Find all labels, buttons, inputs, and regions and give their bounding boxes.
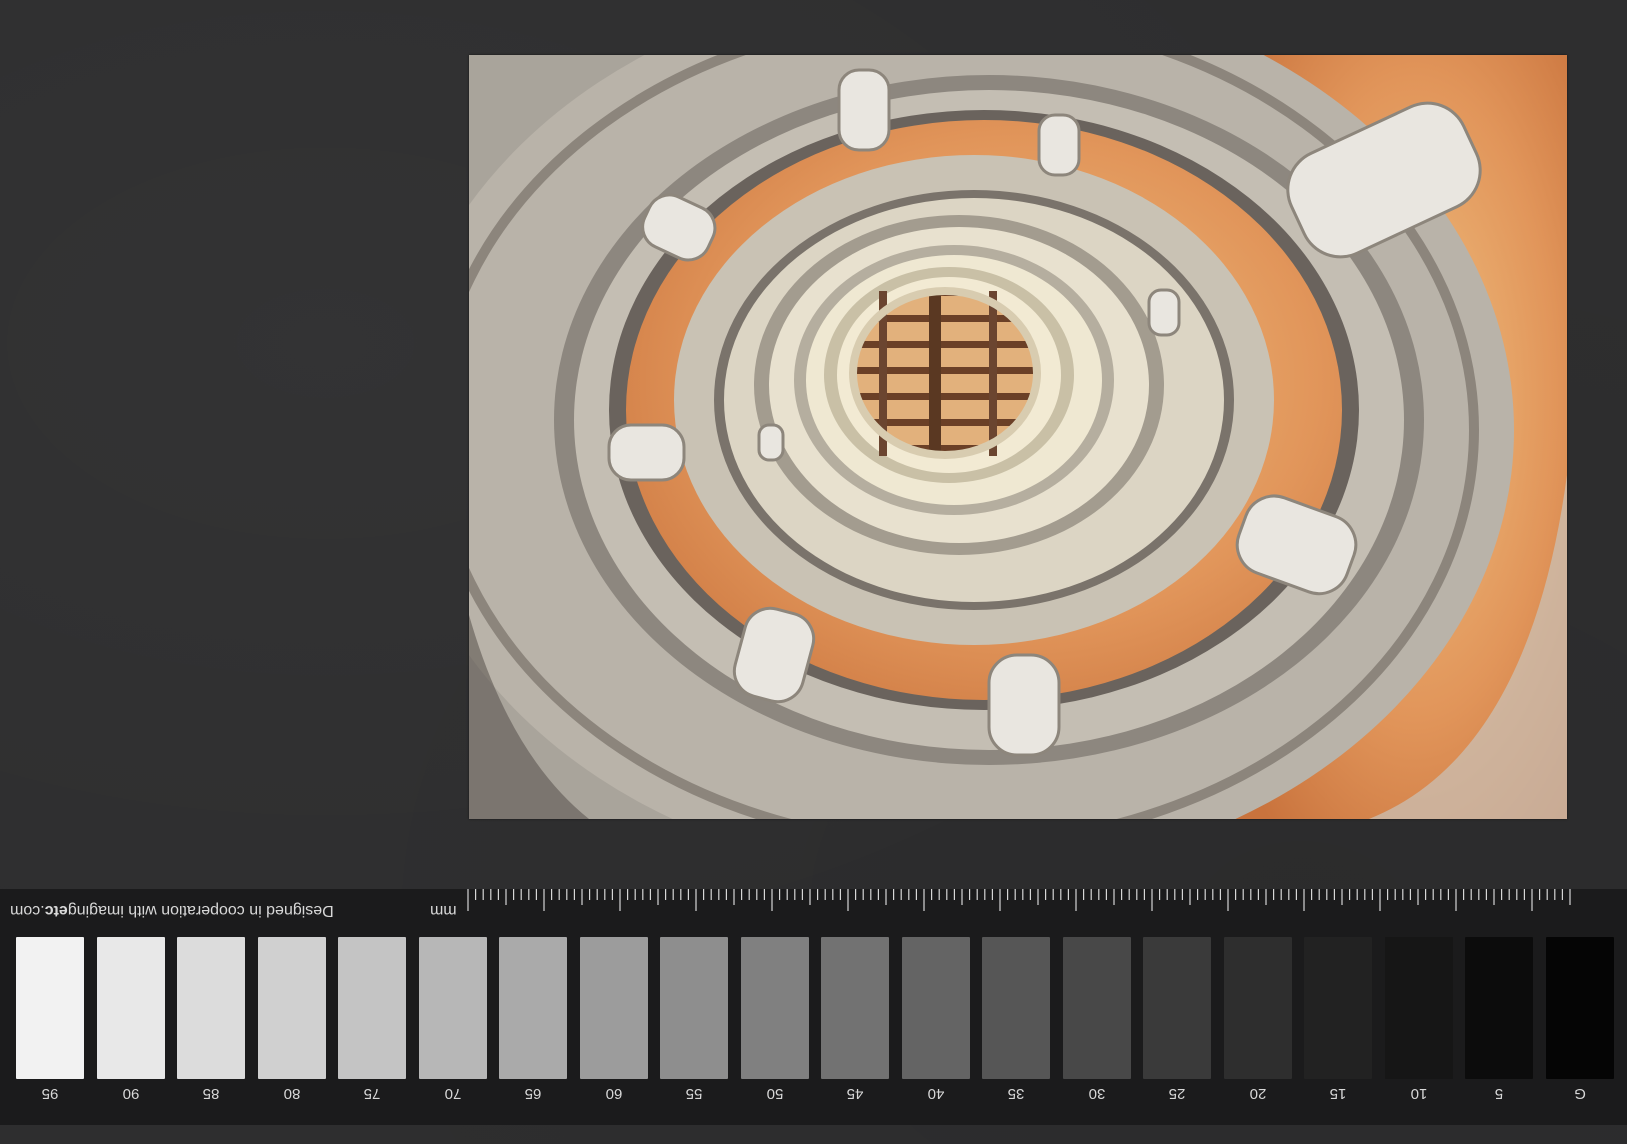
swatch-label: 90: [122, 1085, 139, 1102]
gray-swatch: [1143, 937, 1211, 1079]
scale-ruler-strip: Designed in cooperation with imagingetc.…: [0, 889, 1627, 1125]
swatch-label: 30: [1088, 1085, 1105, 1102]
gray-swatch: [418, 937, 487, 1079]
credit-text: Designed in cooperation with imagingetc.…: [10, 902, 334, 919]
gray-swatch: [96, 937, 165, 1079]
ruler-unit-label: mm: [430, 902, 457, 919]
gray-swatch: [1062, 937, 1131, 1079]
swatch-label: 75: [363, 1085, 381, 1102]
staircase-photo: [469, 55, 1567, 819]
swatch-label: 55: [685, 1085, 703, 1102]
swatch-label: G: [1573, 1085, 1586, 1102]
gray-swatch: [660, 937, 728, 1079]
swatch-label: 20: [1249, 1085, 1266, 1102]
gray-swatch: [740, 937, 809, 1079]
swatch-label: 40: [927, 1085, 944, 1102]
swatch-label: 15: [1329, 1085, 1347, 1102]
staircase-illustration: [469, 55, 1567, 819]
gray-swatch: [499, 937, 567, 1079]
swatch-label: 45: [846, 1085, 864, 1102]
gray-swatch: [901, 937, 970, 1079]
swatch-label: 25: [1168, 1085, 1186, 1102]
mm-ruler: [467, 889, 1571, 911]
gray-swatch: [177, 937, 245, 1079]
gray-swatch: [16, 937, 84, 1079]
gray-swatch: [338, 937, 406, 1079]
swatch-label: 10: [1410, 1085, 1427, 1102]
swatch-label: 60: [605, 1085, 622, 1102]
gray-swatch: [982, 937, 1050, 1079]
gray-swatch: [1223, 937, 1292, 1079]
swatch-label: 35: [1007, 1085, 1025, 1102]
swatch-label: 80: [283, 1085, 300, 1102]
gray-swatch: [1384, 937, 1453, 1079]
swatch-label: 70: [444, 1085, 461, 1102]
gray-swatch: [1304, 937, 1372, 1079]
swatch-label: 85: [202, 1085, 220, 1102]
gray-swatch: [1465, 937, 1533, 1079]
gray-swatch: [1545, 937, 1614, 1079]
gray-swatch: [821, 937, 889, 1079]
gray-swatch: [257, 937, 326, 1079]
swatch-label: 95: [41, 1085, 59, 1102]
gray-swatch: [579, 937, 648, 1079]
swatch-label: 5: [1494, 1085, 1504, 1102]
swatch-label: 50: [766, 1085, 783, 1102]
swatch-label: 65: [524, 1085, 542, 1102]
